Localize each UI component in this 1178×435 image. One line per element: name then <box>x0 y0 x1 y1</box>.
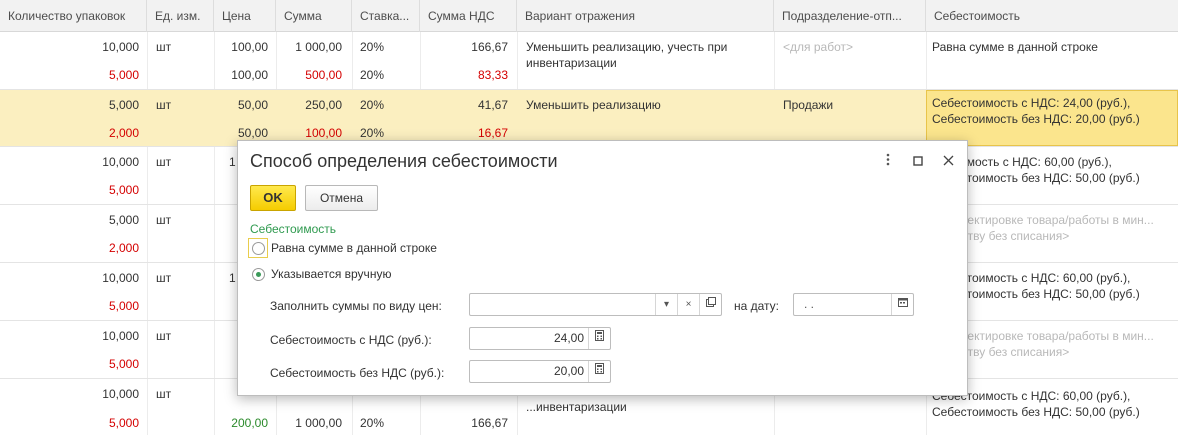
cost-cell: ...корректировке товара/работы в мин... … <box>932 329 1154 359</box>
table-row-selected[interactable]: 5,000 2,000 шт 50,00 50,00 250,00 100,00… <box>0 90 1178 147</box>
rate-cell: 20% <box>360 98 385 112</box>
rate2-cell: 20% <box>360 416 385 430</box>
vat2-cell: 166,67 <box>471 416 508 430</box>
radio-circle <box>251 267 265 281</box>
unit-cell: шт <box>156 329 172 343</box>
price2-cell: 50,00 <box>237 126 268 140</box>
col-sum[interactable]: Сумма <box>276 0 352 32</box>
vat-cell: 166,67 <box>471 40 508 54</box>
cost-cell: Себестоимость с НДС: 60,00 (руб.), Себес… <box>932 271 1140 301</box>
qty2-cell: 5,000 <box>108 416 139 430</box>
price2-cell: 200,00 <box>231 416 268 430</box>
fill-prices-label: Заполнить суммы по виду цен: <box>270 299 442 313</box>
more-vertical-icon[interactable] <box>879 153 897 169</box>
cancel-button[interactable]: Отмена <box>305 185 378 211</box>
radio-equal-sum-label[interactable]: Равна сумме в данной строке <box>271 241 437 255</box>
qty-cell: 10,000 <box>102 329 139 343</box>
dept-cell: Продажи <box>783 98 834 112</box>
close-icon[interactable] <box>939 153 957 169</box>
sum-cell: 1 000,00 <box>295 40 342 54</box>
cost-cell-selected[interactable]: Себестоимость с НДС: 24,00 (руб.), Себес… <box>926 90 1178 146</box>
col-variant[interactable]: Вариант отражения <box>517 0 774 32</box>
price-cell: 1 <box>229 271 236 285</box>
cost-method-dialog: Способ определения себестоимости OK Отме… <box>237 140 968 396</box>
clear-icon[interactable]: × <box>677 294 699 315</box>
qty2-cell: 5,000 <box>108 357 139 371</box>
variant-cell: ...инвентаризации <box>526 400 627 414</box>
qty-cell: 10,000 <box>102 40 139 54</box>
radio-circle <box>251 241 265 255</box>
table-row[interactable]: 10,000 5,000 шт 100,00 100,00 1 000,00 5… <box>0 32 1178 90</box>
date-label: на дату: <box>734 299 780 313</box>
sum2-cell: 500,00 <box>305 68 342 82</box>
unit-cell: шт <box>156 98 172 112</box>
cost-novat-field[interactable]: 20,00 <box>469 360 611 383</box>
ok-button[interactable]: OK <box>250 185 296 211</box>
rate2-cell: 20% <box>360 68 385 82</box>
qty2-cell: 5,000 <box>108 299 139 313</box>
col-vat[interactable]: Сумма НДС <box>420 0 517 32</box>
col-rate[interactable]: Ставка... <box>352 0 420 32</box>
calendar-icon[interactable] <box>891 294 913 315</box>
sum-cell: 250,00 <box>305 98 342 112</box>
qty2-cell: 2,000 <box>108 126 139 140</box>
col-unit[interactable]: Ед. изм. <box>147 0 214 32</box>
price2-cell: 100,00 <box>231 68 268 82</box>
col-dept[interactable]: Подразделение-отп... <box>774 0 926 32</box>
cost-cell: ...стоимость с НДС: 60,00 (руб.), Себест… <box>932 155 1140 185</box>
dialog-title: Способ определения себестоимости <box>250 151 558 171</box>
rate-cell: 20% <box>360 40 385 54</box>
qty2-cell: 5,000 <box>108 68 139 82</box>
cost-novat-value: 20,00 <box>553 364 584 378</box>
col-qty[interactable]: Количество упаковок <box>0 0 147 32</box>
qty-cell: 10,000 <box>102 155 139 169</box>
vat2-cell: 16,67 <box>477 126 508 140</box>
vat-cell: 41,67 <box>477 98 508 112</box>
sum2-cell: 100,00 <box>305 126 342 140</box>
price-type-field[interactable]: ▾ × <box>469 293 722 316</box>
cost-cell: ...корректировке товара/работы в мин... … <box>932 213 1154 243</box>
cost-group-label: Себестоимость <box>250 222 337 236</box>
vat2-cell: 83,33 <box>477 68 508 82</box>
calculator-icon[interactable] <box>588 328 610 349</box>
cost-vat-field[interactable]: 24,00 <box>469 327 611 350</box>
unit-cell: шт <box>156 271 172 285</box>
qty2-cell: 2,000 <box>108 241 139 255</box>
price-cell: 50,00 <box>237 98 268 112</box>
open-icon[interactable] <box>699 294 721 315</box>
col-cost[interactable]: Себестоимость <box>926 0 1178 32</box>
unit-cell: шт <box>156 155 172 169</box>
qty-cell: 10,000 <box>102 387 139 401</box>
price-cell: 1 <box>229 155 236 169</box>
calculator-icon[interactable] <box>588 361 610 382</box>
date-value: . . <box>804 297 815 311</box>
unit-cell: шт <box>156 213 172 227</box>
table-header: Количество упаковок Ед. изм. Цена Сумма … <box>0 0 1178 32</box>
dept-cell: <для работ> <box>783 40 853 54</box>
variant-cell: Уменьшить реализацию, учесть при инвента… <box>526 40 728 70</box>
qty2-cell: 5,000 <box>108 183 139 197</box>
price-cell: 100,00 <box>231 40 268 54</box>
date-field[interactable]: . . <box>793 293 914 316</box>
cost-vat-value: 24,00 <box>553 331 584 345</box>
unit-cell: шт <box>156 40 172 54</box>
rate2-cell: 20% <box>360 126 385 140</box>
cost-novat-label: Себестоимость без НДС (руб.): <box>270 366 445 380</box>
maximize-icon[interactable] <box>909 153 927 169</box>
cost-vat-label: Себестоимость с НДС (руб.): <box>270 333 432 347</box>
qty-cell: 5,000 <box>108 213 139 227</box>
radio-manual-label[interactable]: Указывается вручную <box>271 267 391 281</box>
chevron-down-icon[interactable]: ▾ <box>655 294 677 315</box>
radio-manual[interactable] <box>248 264 268 284</box>
sum2-cell: 1 000,00 <box>295 416 342 430</box>
variant-cell: Уменьшить реализацию <box>526 98 661 112</box>
qty-cell: 5,000 <box>108 98 139 112</box>
cost-cell: Себестоимость с НДС: 60,00 (руб.), Себес… <box>932 389 1140 419</box>
cost-cell: Равна сумме в данной строке <box>932 40 1098 54</box>
unit-cell: шт <box>156 387 172 401</box>
radio-equal-sum[interactable] <box>248 238 268 258</box>
qty-cell: 10,000 <box>102 271 139 285</box>
col-price[interactable]: Цена <box>214 0 276 32</box>
